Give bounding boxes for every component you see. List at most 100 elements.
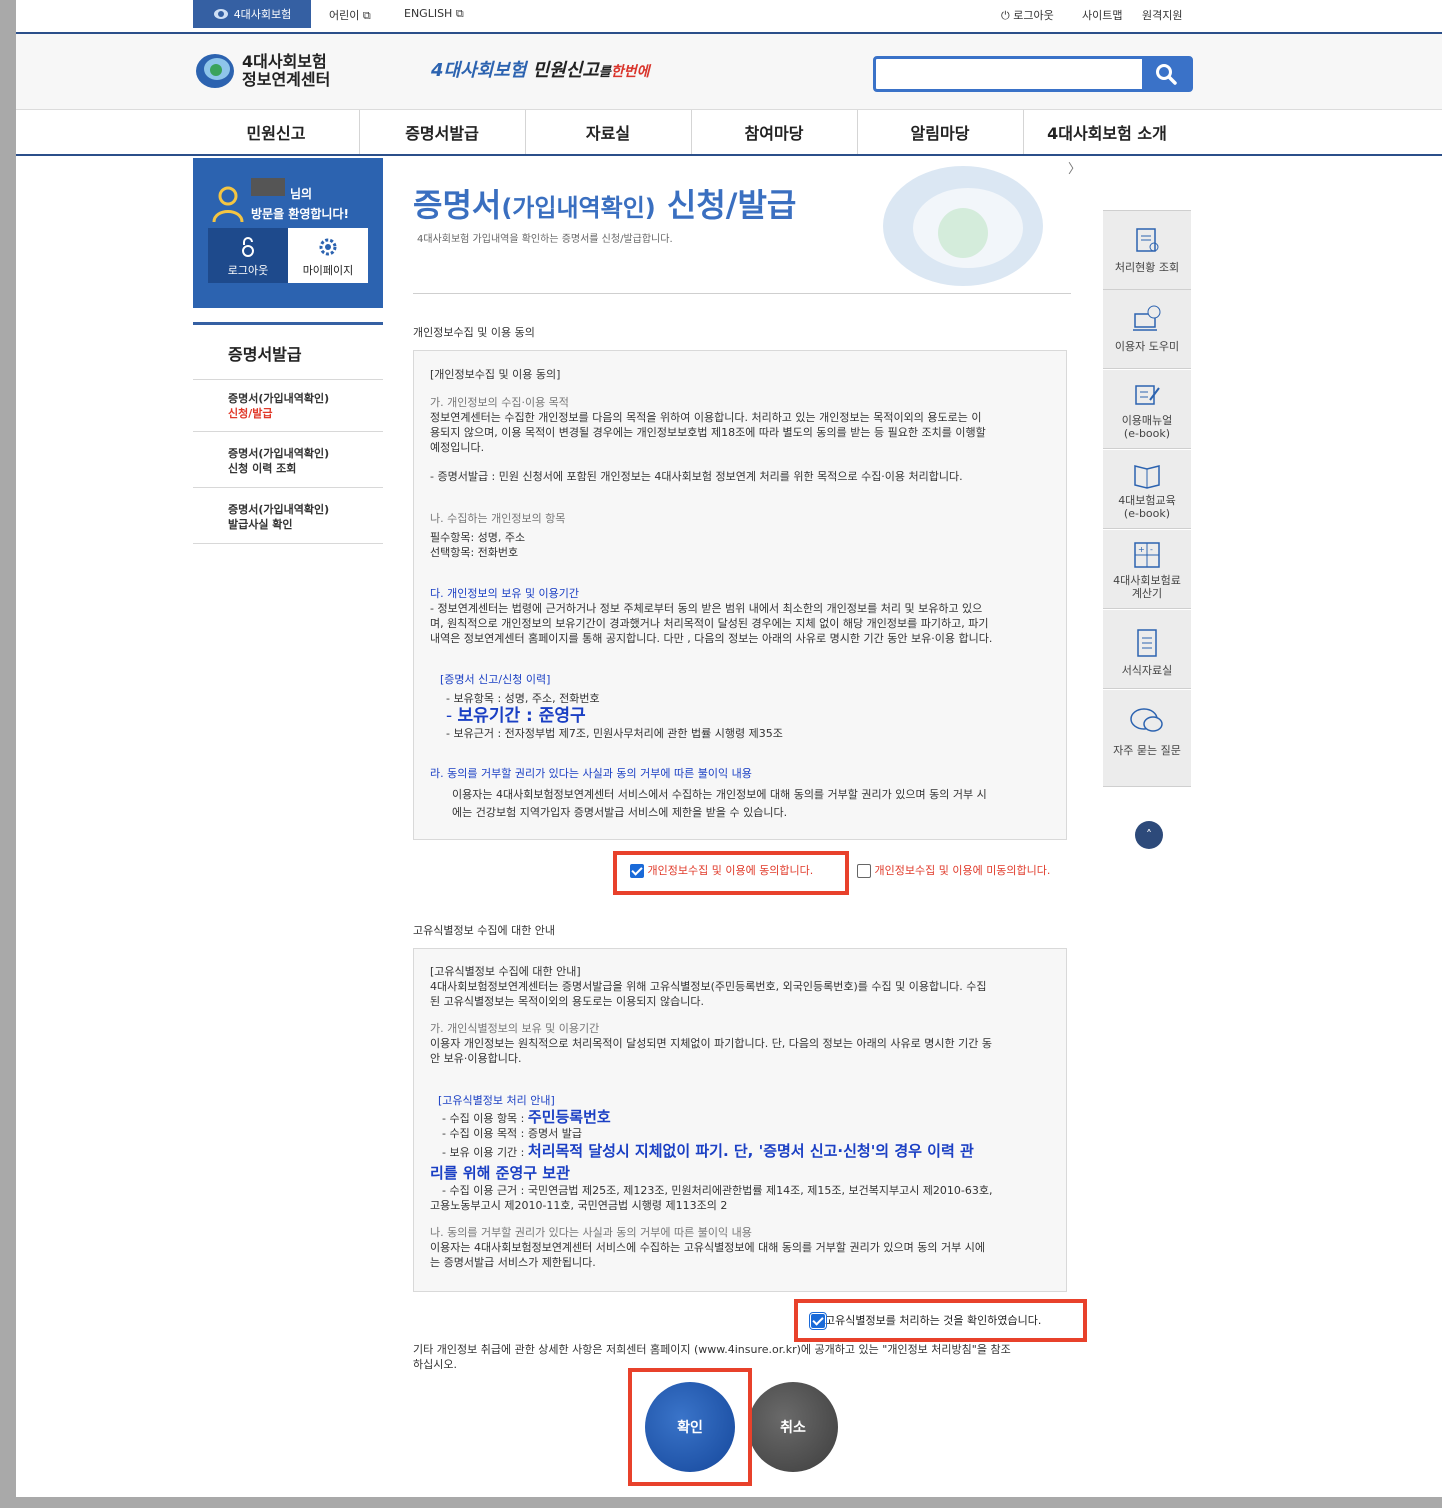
logout-link[interactable]: ⏻ 로그아웃: [1001, 7, 1054, 23]
clause-text: - 수집 이용 목적 : 증명서 발급: [442, 1127, 582, 1140]
side-menu-item-verify[interactable]: 증명서(가입내역확인) 발급사실 확인: [193, 488, 383, 544]
disagree-option[interactable]: 개인정보수집 및 이용에 미동의합니다.: [857, 862, 1050, 878]
welcome-suffix: 님의: [290, 187, 313, 201]
quick-menu-label: 계산기: [1131, 587, 1163, 600]
clause-text: 이용자 개인정보는 원칙적으로 처리목적이 달성되면 지체없이 파기합니다. 단…: [430, 1037, 992, 1050]
disagree-label: 개인정보수집 및 이용에 미동의합니다.: [874, 864, 1051, 877]
logo-emblem-icon: [196, 54, 234, 88]
remote-label: 원격지원: [1142, 9, 1183, 22]
clause-text: 내역은 정보연계센터 홈페이지를 통해 공지합니다. 다만 , 다음의 정보는 …: [430, 632, 993, 645]
item-label: - 수집 이용 항목 :: [442, 1112, 528, 1125]
clause-text: 필수항목: 성명, 주소: [430, 531, 526, 544]
agree-option[interactable]: 개인정보수집 및 이용에 동의합니다.: [630, 862, 813, 878]
clipboard-search-icon: [1136, 228, 1159, 252]
nav-item[interactable]: 자료실: [525, 110, 692, 154]
quick-menu-item[interactable]: 이용자 도우미: [1103, 290, 1191, 369]
clause-heading: 나. 수집하는 개인정보의 항목: [430, 512, 566, 525]
quick-menu-item[interactable]: 4대보험교육 (e-book): [1103, 450, 1191, 529]
side-menu-item-label: 발급사실 확인: [228, 518, 293, 531]
mypage-button-label: 마이페이지: [302, 264, 354, 277]
search-box: [873, 56, 1193, 92]
quick-menu-item[interactable]: 서식자료실: [1103, 610, 1191, 689]
nav-item[interactable]: 증명서발급: [359, 110, 526, 154]
clause-text: 고용노동부고시 제2010-11호, 국민연금법 시행령 제113조의 2: [430, 1199, 728, 1212]
title-divider: [413, 293, 1071, 294]
mypage-button[interactable]: 마이페이지: [288, 228, 368, 283]
side-menu-item-apply[interactable]: 증명서(가입내역확인) 신청/발급: [193, 377, 383, 432]
scroll-top-button[interactable]: ˄: [1135, 821, 1163, 849]
confirm-checkbox[interactable]: [809, 1312, 827, 1330]
clause-text: - 정보연계센터는 법령에 근거하거나 정보 주체로부터 동의 받은 범위 내에…: [430, 602, 983, 615]
side-menu-item-label: 증명서(가입내역확인): [228, 503, 330, 516]
slogan-part3: 를: [598, 65, 611, 80]
nav-item[interactable]: 참여마당: [691, 110, 858, 154]
english-link[interactable]: ENGLISH ⧉: [404, 7, 464, 21]
slogan-part2: 민원신고: [532, 60, 599, 81]
item-value: 리를 위해 준영구 보관: [430, 1164, 570, 1182]
clause-text: 며, 원칙적으로 개인정보의 보유기간이 경과했거나 처리목적이 달성된 경우에…: [430, 617, 989, 630]
section-heading: 고유식별정보 수집에 대한 안내: [413, 924, 556, 937]
agree-checkbox[interactable]: [630, 864, 644, 878]
logout-label: 로그아웃: [1013, 9, 1054, 22]
page-title-part: 신청/발급: [655, 186, 797, 224]
new-window-icon: ⧉: [455, 7, 464, 20]
home-tab[interactable]: 4대사회보험: [193, 0, 311, 28]
section-heading: 개인정보수집 및 이용 동의: [413, 326, 535, 339]
side-menu-item-label: 신청/발급: [228, 407, 273, 420]
side-menu-item-label: 신청 이력 조회: [228, 462, 297, 475]
sitemap-link[interactable]: 사이트맵: [1082, 7, 1122, 23]
side-menu: 증명서발급: [193, 322, 383, 380]
manual-edit-icon: [1135, 385, 1160, 405]
side-menu-item-label: 증명서(가입내역확인): [228, 392, 330, 405]
sitemap-label: 사이트맵: [1082, 9, 1123, 22]
search-input[interactable]: [878, 61, 1144, 89]
lock-icon: [242, 237, 254, 257]
title-watermark-icon: [883, 166, 1043, 286]
page-title-part: 증명서: [413, 186, 502, 224]
logout-button-label: 로그아웃: [227, 264, 269, 277]
nav-item[interactable]: 4대사회보험 소개: [1023, 110, 1191, 154]
side-menu-item-label: 증명서(가입내역확인): [228, 447, 330, 460]
quick-menu-item[interactable]: 이용매뉴얼 (e-book): [1103, 370, 1191, 449]
quick-menu-item[interactable]: + - 4대사회보험료 계산기: [1103, 530, 1191, 609]
clause-text: 된 고유식별정보는 목적이외의 용도로는 이용되지 않습니다.: [430, 995, 704, 1008]
page-title: 증명서(가입내역확인) 신청/발급: [413, 180, 796, 226]
box-title: [고유식별정보 수집에 대한 안내]: [430, 965, 581, 978]
confirm-option[interactable]: 고유식별정보를 처리하는 것을 확인하였습니다.: [809, 1312, 1042, 1330]
disagree-checkbox[interactable]: [857, 864, 871, 878]
kids-label: 어린이: [329, 9, 360, 22]
chevron-up-icon: ˄: [1146, 828, 1152, 842]
slogan-part4: 한번에: [610, 64, 650, 80]
page: 4대사회보험 어린이 ⧉ ENGLISH ⧉ ⏻ 로그아웃 사이트맵 원격지원 …: [16, 0, 1442, 1497]
confirm-label: 고유식별정보를 처리하는 것을 확인하였습니다.: [825, 1314, 1042, 1327]
site-logo[interactable]: 4대사회보험 정보연계센터: [194, 50, 330, 92]
quick-menu-item[interactable]: 처리현황 조회: [1103, 210, 1191, 290]
logout-button[interactable]: 로그아웃: [208, 228, 288, 283]
search-button[interactable]: [1142, 59, 1190, 89]
quick-menu-label: 이용매뉴얼: [1121, 414, 1173, 427]
nav-item[interactable]: 민원신고: [193, 110, 360, 154]
page-title-part: (가입내역확인): [501, 194, 656, 222]
calculator-icon: + -: [1134, 542, 1160, 568]
clause-heading: 라. 동의를 거부할 권리가 있다는 사실과 동의 거부에 따른 불이익 내용: [430, 767, 752, 780]
document-icon: [1137, 629, 1157, 657]
clause-text: 에는 건강보험 지역가입자 증명서발급 서비스에 제한을 받을 수 있습니다.: [452, 806, 788, 819]
chevron-right-icon[interactable]: 〉: [1068, 158, 1081, 177]
highlight-confirm-button: [628, 1368, 752, 1486]
side-menu-item-history[interactable]: 증명서(가입내역확인) 신청 이력 조회: [193, 432, 383, 488]
cancel-button[interactable]: 취소: [748, 1382, 838, 1472]
computer-help-icon: [1133, 305, 1161, 331]
quick-menu-label: 4대보험교육: [1118, 494, 1176, 507]
quick-menu-item[interactable]: 자주 묻는 질문: [1103, 690, 1191, 787]
user-icon: [212, 186, 244, 223]
nav-item[interactable]: 알림마당: [857, 110, 1024, 154]
retention-dash: -: [446, 706, 458, 726]
kids-link[interactable]: 어린이 ⧉: [329, 7, 371, 23]
clause-text: 이용자는 4대사회보험정보연계센터 서비스에서 수집하는 개인정보에 대해 동의…: [452, 788, 987, 801]
page-subtitle: 4대사회보험 가입내역을 확인하는 증명서를 신청/발급합니다.: [417, 234, 673, 245]
privacy-consent-text: [개인정보수집 및 이용 동의] 가. 개인정보의 수집·이용 목적 정보연계센…: [413, 350, 1067, 840]
clause-text: - 보유 이용 기간 : 처리목적 달성시 지체없이 파기. 단, '증명서 신…: [430, 1141, 1051, 1163]
clause-heading: 가. 개인정보의 수집·이용 목적: [430, 396, 569, 409]
remote-support-link[interactable]: 원격지원: [1142, 7, 1182, 23]
clause-text: 선택항목: 전화번호: [430, 546, 519, 559]
